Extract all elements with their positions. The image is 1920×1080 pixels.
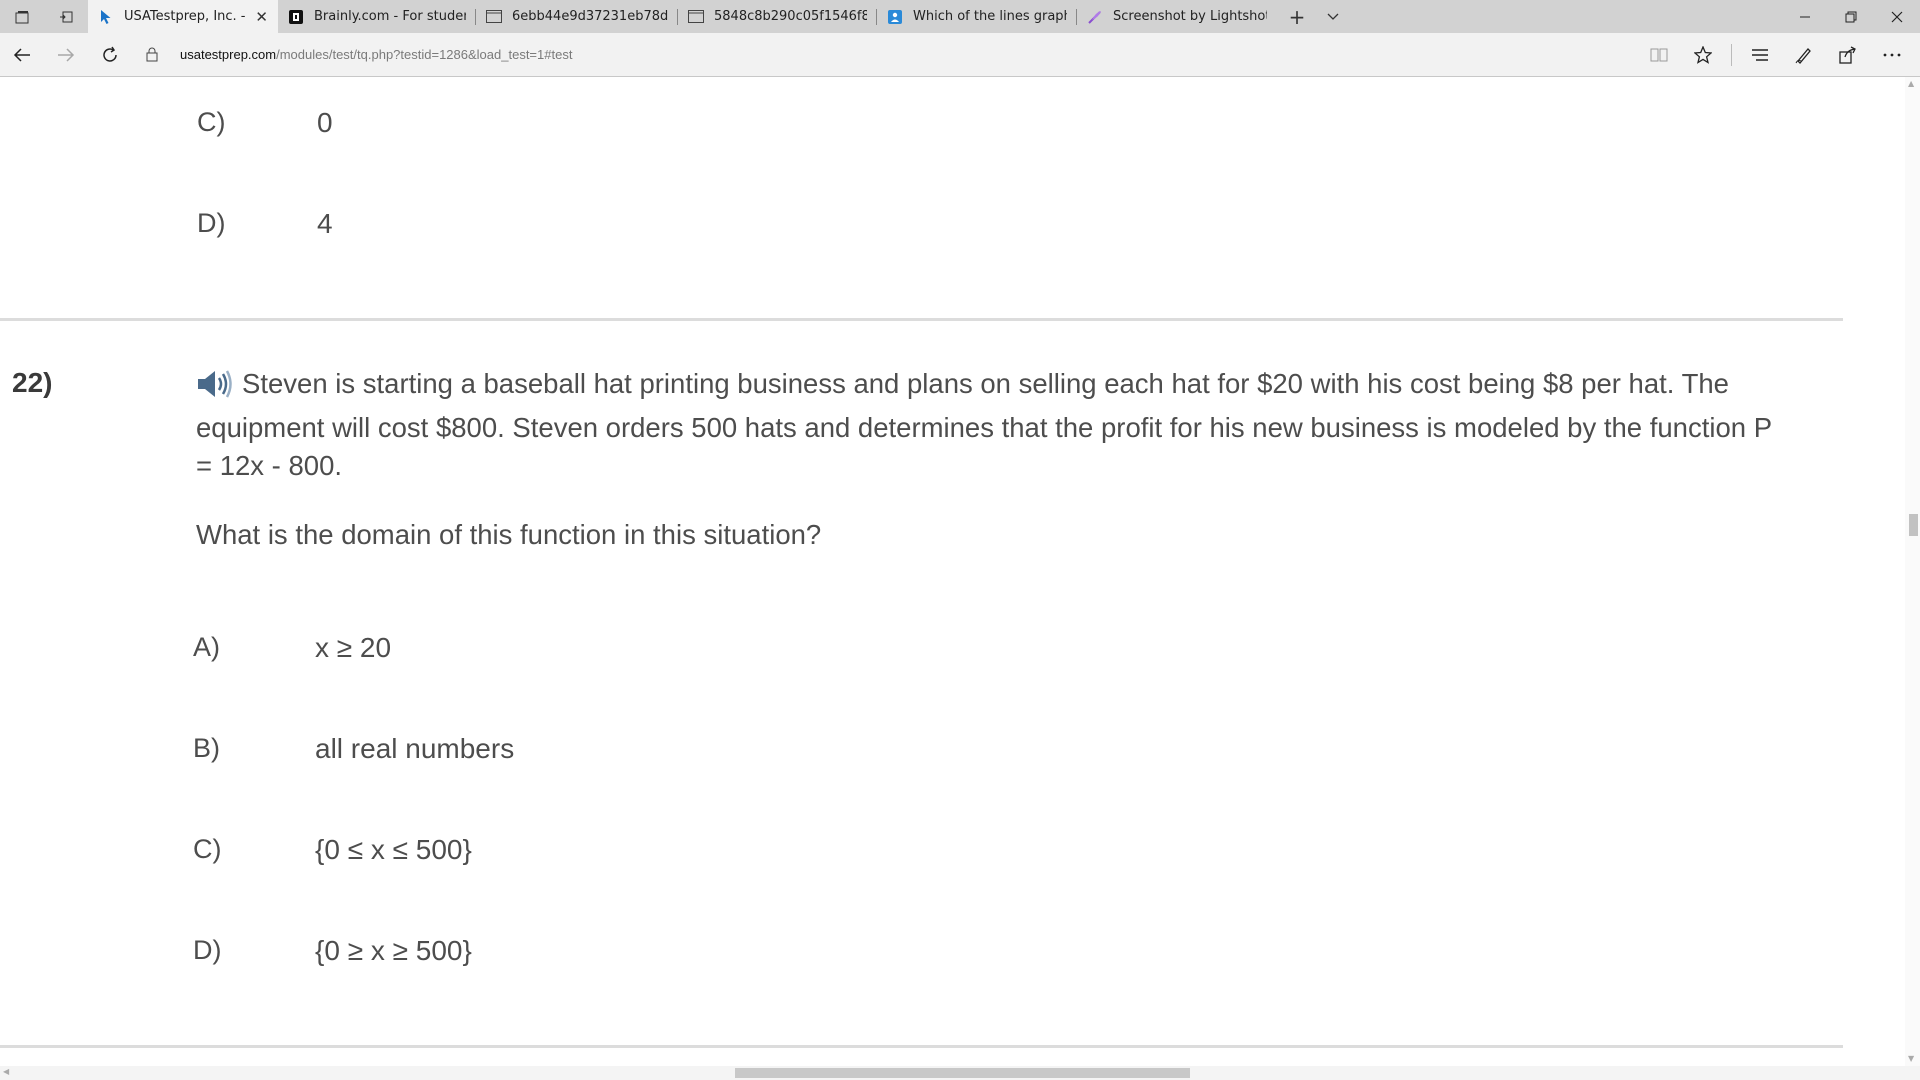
question-number: 22) <box>12 367 53 398</box>
close-window-icon[interactable] <box>1874 0 1920 33</box>
horizontal-scrollbar[interactable]: ◀ <box>0 1066 1920 1080</box>
tab-title: USATestprep, Inc. - Onli <box>124 9 247 24</box>
tabs-aside-icon[interactable] <box>0 0 44 33</box>
question-line: equipment will cost $800. Steven orders … <box>196 412 1773 443</box>
tab-title: Screenshot by Lightshot <box>1113 9 1267 24</box>
prev-option-d-text[interactable]: 4 <box>317 208 333 240</box>
tab-title: 6ebb44e9d37231eb78da74 <box>512 9 668 24</box>
question-line: = 12x - 800. <box>196 450 342 481</box>
chevron-down-icon[interactable] <box>1317 0 1349 33</box>
brainly-icon <box>288 9 304 25</box>
reading-view-icon[interactable] <box>1637 33 1681 77</box>
share-icon[interactable] <box>1826 33 1870 77</box>
prev-option-c-text[interactable]: 0 <box>317 107 333 139</box>
page-icon <box>486 9 502 25</box>
question-divider <box>0 1045 1843 1048</box>
toolbar-divider <box>1731 43 1732 66</box>
hub-icon[interactable] <box>1738 33 1782 77</box>
tab-strip: USATestprep, Inc. - Onli ✕ Brainly.com -… <box>0 0 1920 33</box>
option-c-text[interactable]: {0 ≤ x ≤ 500} <box>315 834 472 866</box>
question-line-text: Steven is starting a baseball hat printi… <box>242 368 1729 399</box>
prev-option-d-label[interactable]: D) <box>197 208 226 239</box>
tab-lines-graphed[interactable]: Which of the lines graphed <box>877 0 1077 33</box>
option-a-text[interactable]: x ≥ 20 <box>315 632 391 664</box>
option-c-label[interactable]: C) <box>193 834 222 865</box>
option-d-text[interactable]: {0 ≥ x ≥ 500} <box>315 935 472 967</box>
tab-title: Brainly.com - For students. I <box>314 9 466 24</box>
url-host: usatestprep.com <box>180 47 277 62</box>
favorite-star-icon[interactable] <box>1681 33 1725 77</box>
refresh-icon[interactable] <box>88 33 132 77</box>
more-menu-icon[interactable] <box>1870 33 1914 77</box>
restore-icon[interactable] <box>1828 0 1874 33</box>
scroll-up-arrow-icon[interactable]: ▲ <box>1908 79 1914 88</box>
question-divider <box>0 318 1843 321</box>
address-bar[interactable]: usatestprep.com/modules/test/tq.php?test… <box>146 46 572 64</box>
tab-image-2[interactable]: 5848c8b290c05f1546f83a6 <box>678 0 877 33</box>
tab-title: 5848c8b290c05f1546f83a6 <box>714 9 867 24</box>
question-line: Steven is starting a baseball hat printi… <box>196 365 1846 409</box>
option-a-label[interactable]: A) <box>193 632 220 663</box>
option-b-label[interactable]: B) <box>193 733 220 764</box>
web-note-pen-icon[interactable] <box>1782 33 1826 77</box>
new-tab-button[interactable]: + <box>1277 0 1317 33</box>
vertical-scroll-thumb[interactable] <box>1909 514 1918 536</box>
tab-usatestprep[interactable]: USATestprep, Inc. - Onli ✕ <box>88 0 278 33</box>
lock-icon <box>146 46 162 64</box>
horizontal-scroll-thumb[interactable] <box>735 1068 1190 1078</box>
feather-icon <box>1087 9 1103 25</box>
forward-arrow-icon[interactable] <box>44 33 88 77</box>
toolbar-actions <box>1637 33 1920 77</box>
tab-brainly[interactable]: Brainly.com - For students. I <box>278 0 476 33</box>
question-prompt: What is the domain of this function in t… <box>196 519 822 550</box>
question-text: Steven is starting a baseball hat printi… <box>196 365 1846 485</box>
set-aside-tabs-icon[interactable] <box>44 0 88 33</box>
window-controls <box>1782 0 1920 33</box>
minimize-icon[interactable] <box>1782 0 1828 33</box>
prev-option-c-label[interactable]: C) <box>197 107 226 138</box>
scroll-left-arrow-icon[interactable]: ◀ <box>3 1067 9 1076</box>
tab-title: Which of the lines graphed <box>913 9 1067 24</box>
speaker-icon[interactable] <box>196 369 234 409</box>
option-d-label[interactable]: D) <box>193 935 222 966</box>
navigation-bar: usatestprep.com/modules/test/tq.php?test… <box>0 33 1920 77</box>
tab-lightshot[interactable]: Screenshot by Lightshot <box>1077 0 1277 33</box>
url-path: /modules/test/tq.php?testid=1286&load_te… <box>276 47 573 62</box>
page-icon <box>688 9 704 25</box>
docs-icon <box>887 9 903 25</box>
vertical-scrollbar[interactable]: ▲ ▼ <box>1905 77 1920 1066</box>
tab-image-1[interactable]: 6ebb44e9d37231eb78da74 <box>476 0 678 33</box>
option-b-text[interactable]: all real numbers <box>315 733 514 765</box>
cursor-arrow-icon <box>98 9 114 25</box>
back-arrow-icon[interactable] <box>0 33 44 77</box>
scroll-down-arrow-icon[interactable]: ▼ <box>1908 1054 1914 1063</box>
close-tab-icon[interactable]: ✕ <box>255 8 268 26</box>
page-content: C) 0 D) 4 22) Steven is starting a baseb… <box>0 77 1905 1066</box>
